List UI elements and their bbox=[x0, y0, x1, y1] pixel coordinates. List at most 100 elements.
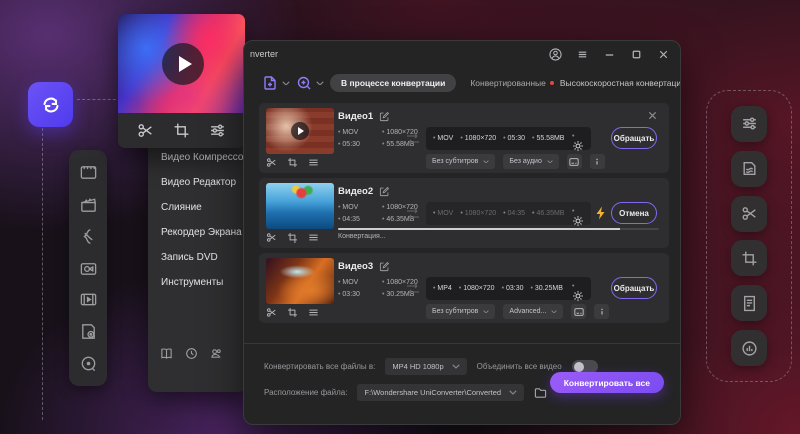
adjust-icon[interactable] bbox=[209, 122, 226, 139]
tab-converted-label: Конвертированные bbox=[470, 78, 546, 88]
audio-dropdown[interactable]: Без аудио bbox=[503, 154, 558, 169]
community-icon[interactable] bbox=[210, 347, 223, 360]
tab-converting[interactable]: В процессе конвертации bbox=[330, 74, 456, 92]
cancel-button[interactable]: Отмена bbox=[611, 202, 657, 224]
menu-item-video-compressor[interactable]: Видео Компрессор bbox=[161, 152, 249, 163]
disc-icon[interactable] bbox=[79, 354, 98, 373]
trim-icon[interactable] bbox=[266, 157, 277, 168]
convert-arrow-icon bbox=[405, 132, 421, 146]
crop-icon[interactable] bbox=[287, 232, 298, 243]
effects-button[interactable] bbox=[731, 106, 767, 142]
scissors-icon bbox=[741, 205, 758, 222]
settings-gear-icon[interactable] bbox=[572, 133, 584, 145]
output-format-box[interactable]: MOV1080×720 05:3055.58MB bbox=[426, 127, 591, 150]
converter-icon[interactable] bbox=[79, 163, 98, 182]
stream-options: Без субтитров Без аудио bbox=[426, 154, 605, 169]
open-folder-icon[interactable] bbox=[534, 386, 547, 399]
task-row-2: Видео2 MOV1080×720 04:3546.35MB MOV1080×… bbox=[259, 178, 669, 248]
chevron-down-icon bbox=[483, 160, 489, 164]
adjust-icon[interactable] bbox=[308, 307, 319, 318]
play-icon bbox=[298, 127, 304, 135]
info-button[interactable] bbox=[590, 154, 605, 169]
preview-toolbar bbox=[118, 113, 245, 148]
add-file-icon bbox=[262, 75, 278, 91]
output-format-box[interactable]: MP41080×720 03:3030.25MB bbox=[426, 277, 591, 300]
screen-recorder-icon[interactable] bbox=[79, 259, 98, 278]
progress-bar bbox=[338, 228, 659, 230]
trim-icon[interactable] bbox=[266, 232, 277, 243]
subtitle-edit-button[interactable] bbox=[567, 154, 582, 169]
play-button[interactable] bbox=[162, 43, 204, 85]
video-title: Видео3 bbox=[338, 261, 373, 272]
preview-thumbnail[interactable] bbox=[118, 14, 245, 113]
remove-task-icon[interactable] bbox=[648, 111, 657, 120]
subtitle-edit-button[interactable] bbox=[571, 304, 586, 319]
minimize-icon[interactable] bbox=[603, 48, 616, 61]
convert-button[interactable]: Обращать bbox=[611, 277, 657, 299]
convert-arrow-icon bbox=[405, 282, 421, 296]
menu-item-merge[interactable]: Слияние bbox=[161, 202, 202, 213]
row-tools bbox=[266, 157, 334, 168]
info-button[interactable] bbox=[594, 304, 609, 319]
adjust-icon[interactable] bbox=[308, 232, 319, 243]
settings-gear-icon[interactable] bbox=[572, 283, 584, 295]
library-icon[interactable] bbox=[160, 347, 173, 360]
crop-icon[interactable] bbox=[287, 157, 298, 168]
convert-all-label: Конвертировать все файлы в: bbox=[264, 362, 375, 371]
add-device-icon bbox=[296, 75, 312, 91]
subtitle-icon bbox=[574, 307, 584, 317]
convert-arrow-icon bbox=[405, 207, 421, 221]
trim-button[interactable] bbox=[731, 196, 767, 232]
add-device-button[interactable] bbox=[296, 75, 324, 91]
trim-icon[interactable] bbox=[137, 122, 154, 139]
dvd-burn-icon[interactable] bbox=[79, 322, 98, 341]
subtitles-value: Без субтитров bbox=[432, 158, 478, 165]
adjust-icon[interactable] bbox=[308, 157, 319, 168]
add-files-button[interactable] bbox=[262, 75, 290, 91]
rename-icon[interactable] bbox=[379, 186, 390, 197]
settings-gear-icon[interactable] bbox=[572, 208, 584, 220]
clapperboard-icon[interactable] bbox=[79, 195, 98, 214]
video1-thumbnail[interactable] bbox=[266, 108, 334, 154]
watermark-button[interactable] bbox=[731, 151, 767, 187]
titlebar: nverter bbox=[244, 41, 680, 67]
tab-converted[interactable]: Конвертированные bbox=[470, 78, 554, 88]
crop-button[interactable] bbox=[731, 240, 767, 276]
video3-thumbnail[interactable] bbox=[266, 258, 334, 304]
subtitles-dropdown[interactable]: Без субтитров bbox=[426, 154, 495, 169]
convert-all-button[interactable]: Конвертировать все bbox=[550, 372, 664, 393]
maximize-icon[interactable] bbox=[630, 48, 643, 61]
video-player-icon[interactable] bbox=[79, 290, 98, 309]
tab-bar: В процессе конвертации Конвертированные bbox=[330, 74, 554, 92]
output-format-dropdown[interactable]: MP4 HD 1080p bbox=[385, 358, 466, 375]
audio-dropdown[interactable]: Advanced... bbox=[503, 304, 563, 319]
dashed-line-horizontal bbox=[77, 99, 121, 100]
account-avatar[interactable] bbox=[549, 48, 562, 61]
menu-icon[interactable] bbox=[576, 48, 589, 61]
media-info-button[interactable] bbox=[731, 330, 767, 366]
rename-icon[interactable] bbox=[379, 111, 390, 122]
subtitle-button[interactable] bbox=[731, 285, 767, 321]
convert-button[interactable]: Обращать bbox=[611, 127, 657, 149]
notification-dot bbox=[550, 81, 554, 85]
video-preview-card bbox=[118, 14, 245, 148]
location-dropdown[interactable]: F:\Wondershare UniConverter\Converted bbox=[357, 384, 524, 401]
rename-icon[interactable] bbox=[379, 261, 390, 272]
subtitles-dropdown[interactable]: Без субтитров bbox=[426, 304, 495, 319]
uniconverter-sync-button[interactable] bbox=[28, 82, 73, 127]
sliders-icon bbox=[741, 115, 758, 132]
video2-thumbnail[interactable] bbox=[266, 183, 334, 229]
dashed-line-vertical bbox=[42, 128, 43, 420]
menu-item-dvd-burn[interactable]: Запись DVD bbox=[161, 252, 218, 263]
mini-play-button[interactable] bbox=[291, 122, 309, 140]
close-icon[interactable] bbox=[657, 48, 670, 61]
crop-icon[interactable] bbox=[173, 122, 190, 139]
menu-item-tools[interactable]: Инструменты bbox=[161, 277, 223, 288]
effects-icon[interactable] bbox=[79, 227, 98, 246]
history-icon[interactable] bbox=[185, 347, 198, 360]
crop-icon[interactable] bbox=[287, 307, 298, 318]
menu-item-screen-recorder[interactable]: Рекордер Экрана bbox=[161, 227, 242, 238]
task-list: Видео1 MOV1080×720 05:3055.58MB MOV1080×… bbox=[259, 103, 669, 328]
menu-item-video-editor[interactable]: Видео Редактор bbox=[161, 177, 236, 188]
trim-icon[interactable] bbox=[266, 307, 277, 318]
